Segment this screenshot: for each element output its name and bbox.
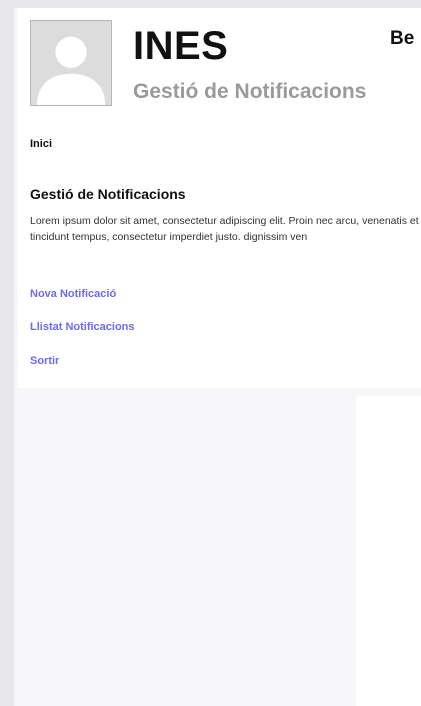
new-notification-link[interactable]: Nova Notificació [30, 288, 116, 300]
welcome-text: Be [390, 28, 415, 49]
list-notifications-link[interactable]: Llistat Notificacions [30, 321, 135, 333]
app-subtitle: Gestió de Notificacions [133, 80, 367, 103]
user-avatar-icon [30, 20, 112, 106]
app-title: INES [133, 24, 229, 68]
side-panel [356, 396, 421, 706]
logout-link[interactable]: Sortir [30, 355, 59, 367]
section-description: Lorem ipsum dolor sit amet, consectetur … [30, 215, 419, 243]
section-title: Gestió de Notificacions [30, 186, 186, 202]
main-panel: INES Gestió de Notificacions Be Inici Ge… [18, 8, 421, 388]
breadcrumb[interactable]: Inici [30, 138, 52, 150]
